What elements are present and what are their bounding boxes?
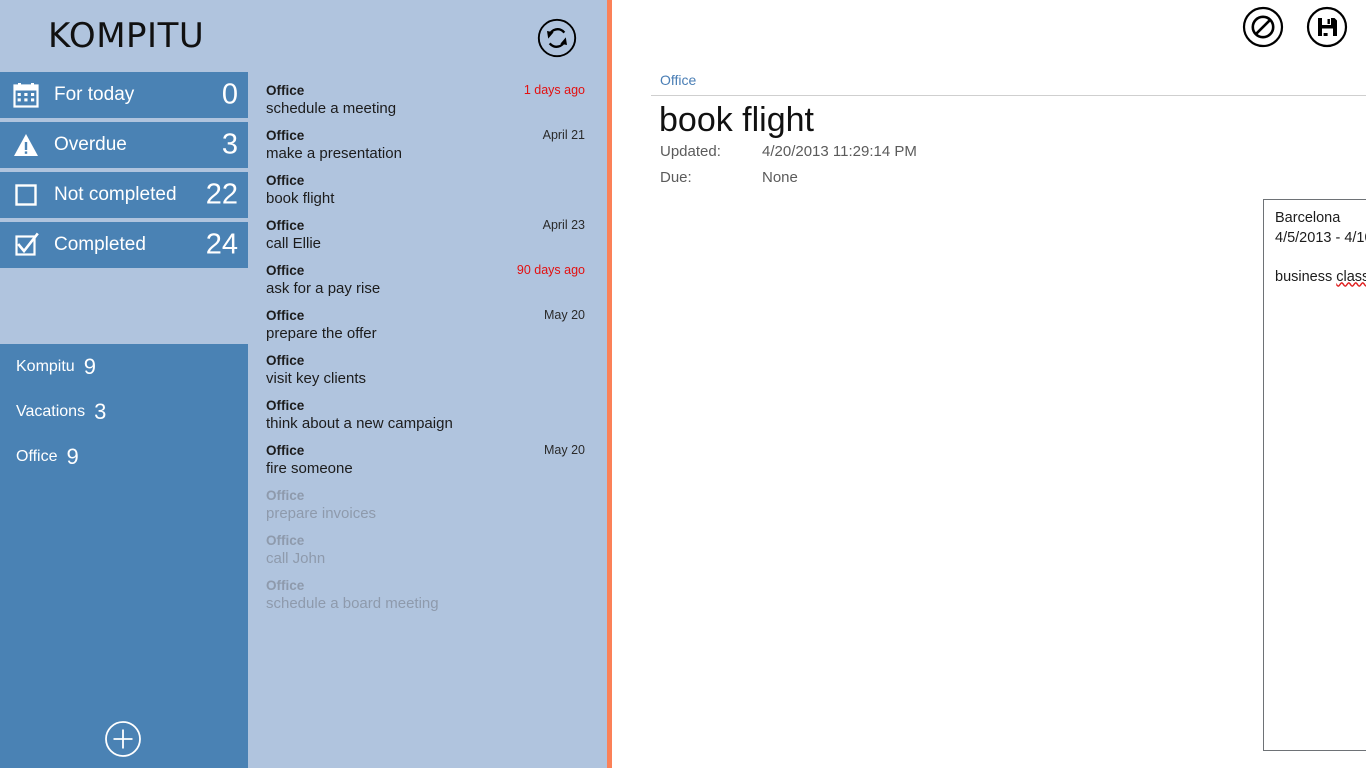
left-panel: KOMPITU For today 0 Overdue 3 Not comple… [0,0,607,768]
nav-column: For today 0 Overdue 3 Not completed 22 C… [0,72,248,768]
note-content: Barcelona 4/5/2013 - 4/10/2013 business … [1275,209,1366,287]
nav-tile-count: 24 [205,228,238,261]
kompitu-app-window: KOMPITU For today 0 Overdue 3 Not comple… [0,0,1366,768]
task-row[interactable]: Office think about a new campaign [248,387,607,432]
task-category: Office [266,443,305,458]
detail-metadata: Updated: 4/20/2013 11:29:14 PM Due: None [660,139,917,191]
due-value: None [762,169,798,186]
task-due-date: April 23 [542,218,585,232]
task-title: visit key clients [266,370,367,387]
updated-label: Updated: [660,143,721,160]
add-task-button[interactable] [104,720,142,758]
task-title: call Ellie [266,235,322,252]
task-category: Office [266,353,305,368]
task-row[interactable]: Office fire someone May 20 [248,432,607,477]
nav-tile-not-completed[interactable]: Not completed 22 [0,172,248,218]
task-row[interactable]: Office ask for a pay rise 90 days ago [248,252,607,297]
task-due-date: May 20 [544,308,585,322]
task-row[interactable]: Office schedule a board meeting [248,567,607,612]
app-title: KOMPITU [48,16,205,56]
task-detail-panel: Office book flight Updated: 4/20/2013 11… [612,0,1366,768]
task-row[interactable]: Office prepare invoices [248,477,607,522]
task-row[interactable]: Office call Ellie April 23 [248,207,607,252]
updated-row: Updated: 4/20/2013 11:29:14 PM [660,139,917,165]
task-title: think about a new campaign [266,415,453,432]
task-row[interactable]: Office schedule a meeting 1 days ago [248,72,607,117]
task-list[interactable]: Office schedule a meeting 1 days ago Off… [248,72,607,718]
category-item-kompitu[interactable]: Kompitu 9 [0,344,248,389]
category-label: Vacations [16,402,86,420]
updated-value: 4/20/2013 11:29:14 PM [762,143,917,160]
note-line-2: 4/5/2013 - 4/10/2013 [1275,229,1366,246]
nav-tile-count: 22 [205,178,238,211]
task-note-textarea[interactable]: Barcelona 4/5/2013 - 4/10/2013 business … [1263,199,1366,751]
nav-tile-label: Not completed [54,184,177,205]
task-title: prepare invoices [266,505,377,522]
category-item-vacations[interactable]: Vacations 3 [0,389,248,434]
task-row[interactable]: Office call John [248,522,607,567]
empty-checkbox-icon [13,182,39,208]
nav-tile-completed[interactable]: Completed 24 [0,222,248,268]
task-category: Office [266,173,305,188]
breadcrumb[interactable]: Office [660,72,696,88]
detail-title: book flight [659,101,814,139]
task-row[interactable]: Office visit key clients [248,342,607,387]
calendar-icon [13,82,39,108]
task-due-date: April 21 [542,128,585,142]
warning-triangle-icon [13,132,39,158]
task-row[interactable]: Office book flight [248,162,607,207]
category-count: 9 [83,353,96,379]
category-label: Office [16,447,58,465]
no-entry-icon [1242,6,1284,48]
breadcrumb-divider [651,95,1366,96]
category-item-office[interactable]: Office 9 [0,434,248,479]
task-title: book flight [266,190,335,207]
task-category: Office [266,398,305,413]
nav-tile-for-today[interactable]: For today 0 [0,72,248,118]
floppy-disk-save-icon [1306,6,1348,48]
task-title: call John [266,550,326,567]
note-line-1: Barcelona [1275,210,1341,226]
task-due-date: 1 days ago [523,83,585,97]
nav-tile-overdue[interactable]: Overdue 3 [0,122,248,168]
checked-checkbox-icon [13,232,39,258]
task-title: prepare the offer [266,325,377,342]
task-category: Office [266,488,305,503]
task-category: Office [266,218,305,233]
task-title: schedule a board meeting [266,595,439,612]
nav-tile-count: 3 [221,128,238,161]
nav-tile-label: Overdue [54,134,127,155]
task-category: Office [266,128,305,143]
task-category: Office [266,533,305,548]
nav-tile-count: 0 [221,78,238,111]
task-due-date: 90 days ago [516,263,585,277]
cancel-button[interactable] [1242,6,1284,48]
task-title: fire someone [266,460,353,477]
task-title: ask for a pay rise [266,280,381,297]
save-button[interactable] [1306,6,1348,48]
nav-tile-label: Completed [54,234,146,255]
task-category: Office [266,308,305,323]
category-list: Kompitu 9 Vacations 3 Office 9 [0,344,248,768]
due-label: Due: [660,169,692,186]
category-count: 9 [66,443,79,469]
note-misspelled-word: class [1336,268,1366,285]
nav-tile-label: For today [54,84,135,105]
task-category: Office [266,578,305,593]
category-label: Kompitu [16,357,75,375]
category-count: 3 [94,398,107,424]
plus-circle-icon [105,721,141,757]
detail-action-bar [1242,6,1348,48]
task-row[interactable]: Office prepare the offer May 20 [248,297,607,342]
note-line-3-prefix: business [1275,268,1337,285]
task-title: make a presentation [266,145,402,162]
due-row: Due: None [660,165,917,191]
task-row[interactable]: Office make a presentation April 21 [248,117,607,162]
task-title: schedule a meeting [266,100,397,117]
task-due-date: May 20 [544,443,585,457]
sync-refresh-icon [537,18,577,58]
sync-button[interactable] [537,18,577,58]
